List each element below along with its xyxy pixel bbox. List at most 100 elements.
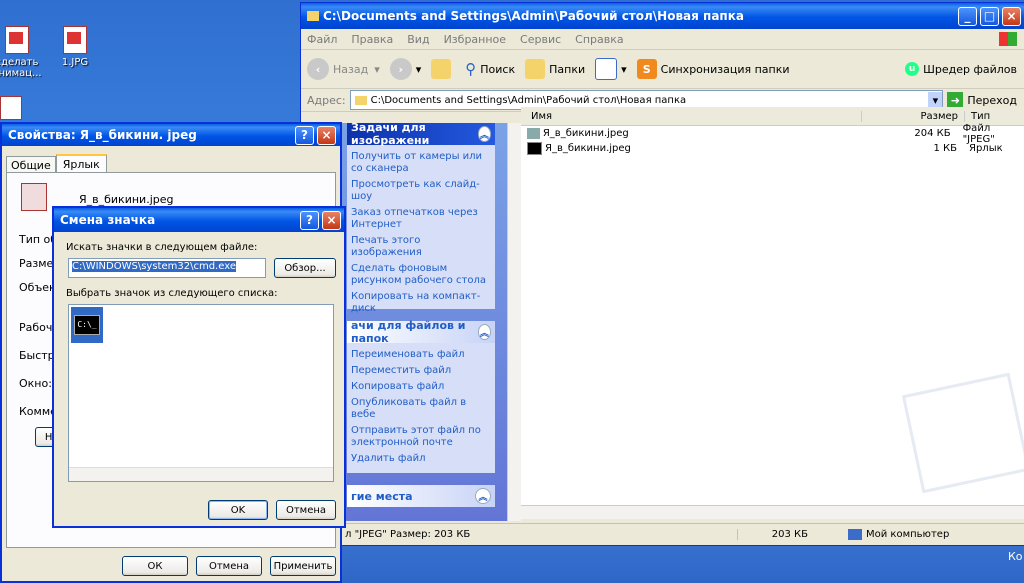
chevron-down-icon: ▾ — [415, 62, 422, 76]
status-size: 203 КБ — [737, 529, 808, 540]
image-file-icon — [63, 26, 87, 54]
file-tasks-header[interactable]: ачи для файлов и папок ︽ — [347, 319, 495, 345]
pdf-file-icon[interactable] — [0, 96, 22, 120]
forward-button[interactable]: › ▾ — [389, 58, 422, 80]
status-bar: л "JPEG" Размер: 203 КБ 203 КБ Мой компь… — [301, 523, 1024, 545]
file-row[interactable]: Я_в_бикини.jpeg 204 КБ Файл "JPEG" — [521, 123, 1024, 145]
desktop-icon-label: 1.JPG — [61, 57, 89, 68]
collapse-chevron-icon[interactable]: ︽ — [475, 488, 491, 504]
shredder-label: Шредер файлов — [923, 62, 1017, 76]
cancel-button[interactable]: Отмена — [196, 556, 262, 576]
file-type: Файл "JPEG" — [962, 122, 995, 145]
apply-button[interactable]: Применить — [270, 556, 336, 576]
explorer-titlebar[interactable]: C:\Documents and Settings\Admin\Рабочий … — [301, 3, 1024, 29]
task-pane-scrollbar[interactable] — [507, 123, 521, 521]
go-label: Переход — [967, 93, 1017, 107]
shredder-button[interactable]: u Шредер файлов — [905, 62, 1017, 76]
close-button[interactable]: × — [322, 210, 341, 230]
file-list: Имя Размер Тип Я_в_бикини.jpeg 204 КБ Фа… — [521, 107, 1024, 505]
task-link-print[interactable]: Печать этого изображения — [347, 233, 495, 261]
icon-list[interactable]: C:\_ — [68, 304, 334, 482]
ok-button[interactable]: OK — [208, 500, 268, 520]
collapse-chevron-icon[interactable]: ︽ — [477, 324, 491, 340]
task-link-delete[interactable]: Удалить файл — [347, 451, 495, 467]
minimize-button[interactable]: _ — [958, 6, 977, 26]
other-places-group: гие места ︽ — [347, 485, 495, 507]
back-button[interactable]: ‹ Назад ▾ — [307, 58, 380, 80]
toolbar: ‹ Назад ▾ › ▾ ⚲ Поиск Папки ▾ S Синхрони… — [301, 50, 1024, 89]
tab-strip: Общие Ярлык — [2, 146, 340, 174]
task-link-move[interactable]: Переместить файл — [347, 363, 495, 379]
dialog-title: Смена значка — [60, 213, 156, 227]
cancel-button[interactable]: Отмена — [276, 500, 336, 520]
shredder-icon: u — [905, 62, 920, 76]
ok-button[interactable]: ОК — [122, 556, 188, 576]
task-link-scan[interactable]: Получить от камеры или со сканера — [347, 149, 495, 177]
change-icon-titlebar[interactable]: Смена значка ? × — [54, 208, 344, 232]
task-link-copy[interactable]: Копировать файл — [347, 379, 495, 395]
help-button[interactable]: ? — [295, 125, 314, 145]
task-link-slideshow[interactable]: Просмотреть как слайд-шоу — [347, 177, 495, 205]
folders-button[interactable]: Папки — [525, 59, 585, 79]
collapse-chevron-icon[interactable]: ︽ — [477, 126, 491, 142]
group-title: ачи для файлов и папок — [351, 319, 466, 345]
sync-folder-button[interactable]: S Синхронизация папки — [636, 59, 790, 79]
task-link-order-prints[interactable]: Заказ отпечатков через Интернет — [347, 205, 495, 233]
search-file-label: Искать значки в следующем файле: — [66, 242, 258, 253]
watermark-image-icon — [901, 372, 1024, 494]
menu-favorites[interactable]: Избранное — [444, 33, 506, 46]
maximize-button[interactable]: □ — [980, 6, 999, 26]
column-size[interactable]: Размер — [862, 110, 965, 122]
chevron-down-icon: ▾ — [374, 62, 380, 76]
column-type[interactable]: Тип — [965, 111, 990, 122]
close-button[interactable]: × — [1002, 6, 1021, 26]
icon-list-item-selected[interactable]: C:\_ — [71, 307, 103, 343]
close-button[interactable]: × — [317, 125, 336, 145]
search-button[interactable]: ⚲ Поиск — [465, 60, 515, 78]
file-size: 204 КБ — [914, 128, 951, 139]
file-row[interactable]: Я_в_бикини.jpeg 1 КБ Ярлык — [521, 141, 1024, 156]
search-label: Поиск — [480, 62, 516, 76]
column-name[interactable]: Имя — [521, 110, 862, 122]
dropdown-arrow-icon[interactable]: ▾ — [928, 92, 943, 108]
file-size: 1 КБ — [933, 143, 957, 154]
help-button[interactable]: ? — [300, 210, 319, 230]
browse-button[interactable]: Обзор... — [274, 258, 336, 278]
task-link-email[interactable]: Отправить этот файл по электронной почте — [347, 423, 495, 451]
column-header-row: Имя Размер Тип — [521, 107, 1024, 126]
other-places-header[interactable]: гие места ︽ — [347, 485, 495, 507]
task-link-wallpaper[interactable]: Сделать фоновым рисунком рабочего стола — [347, 261, 495, 289]
task-link-publish[interactable]: Опубликовать файл в вебе — [347, 395, 495, 423]
task-link-rename[interactable]: Переименовать файл — [347, 347, 495, 363]
dialog-title: Свойства: Я_в_бикини. jpeg — [8, 128, 197, 142]
task-link-burn-cd[interactable]: Копировать на компакт-диск — [347, 289, 495, 317]
menu-help[interactable]: Справка — [575, 33, 623, 46]
folder-up-icon — [431, 59, 452, 79]
address-label: Адрес: — [307, 93, 346, 107]
menu-tools[interactable]: Сервис — [520, 33, 561, 46]
cmd-shortcut-icon — [527, 142, 542, 155]
go-button[interactable]: ➜ Переход — [947, 92, 1017, 108]
jpeg-file-icon — [527, 128, 540, 139]
tab-shortcut[interactable]: Ярлык — [55, 154, 107, 174]
windows-logo-icon — [999, 32, 1017, 46]
file-tasks-group: ачи для файлов и папок ︽ Переименовать ф… — [347, 319, 495, 473]
back-label: Назад — [333, 62, 369, 76]
search-icon: ⚲ — [465, 60, 477, 78]
views-button[interactable]: ▾ — [595, 58, 627, 80]
up-folder-button[interactable] — [431, 59, 455, 79]
menu-file[interactable]: Файл — [307, 33, 337, 46]
icon-list-scrollbar[interactable] — [69, 467, 333, 481]
desktop-icon-1jpg[interactable]: 1.JPG — [40, 26, 110, 68]
pdf-file-icon — [5, 26, 29, 54]
status-selection: л "JPEG" Размер: 203 КБ — [345, 529, 471, 540]
horizontal-scrollbar[interactable] — [521, 505, 1024, 519]
menu-view[interactable]: Вид — [407, 33, 429, 46]
properties-titlebar[interactable]: Свойства: Я_в_бикини. jpeg ? × — [2, 124, 340, 146]
back-arrow-icon: ‹ — [307, 58, 329, 80]
sync-label: Синхронизация папки — [660, 62, 790, 76]
image-tasks-header[interactable]: Задачи для изображени ︽ — [347, 123, 495, 147]
go-arrow-icon: ➜ — [947, 92, 964, 108]
icon-file-input[interactable]: C:\WINDOWS\system32\cmd.exe — [68, 258, 266, 278]
menu-edit[interactable]: Правка — [351, 33, 393, 46]
